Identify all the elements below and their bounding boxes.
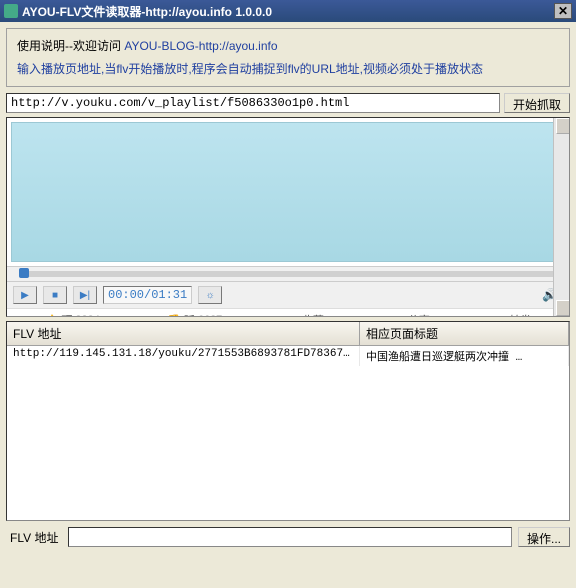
instructions-group: 使用说明--欢迎访问 AYOU-BLOG-http://ayou.info 输入…	[6, 28, 570, 87]
video-area[interactable]	[11, 122, 565, 262]
share-icon: 👥	[391, 314, 405, 318]
progress-slider[interactable]	[19, 271, 557, 277]
flv-url-input[interactable]	[68, 527, 512, 547]
thumbs-down[interactable]: 👎 踩 6627	[167, 312, 222, 317]
action-button[interactable]: 操作...	[518, 527, 570, 547]
favorite[interactable]: ❤ 收藏	[290, 312, 324, 317]
url-row: 开始抓取	[6, 93, 570, 113]
page-url-input[interactable]	[6, 93, 500, 113]
blog-link[interactable]: AYOU-BLOG-http://ayou.info	[124, 39, 277, 53]
thumbs-up[interactable]: 👍 顶 8334	[45, 312, 100, 317]
next-button[interactable]: ▶|	[73, 286, 97, 304]
instructions-legend: 使用说明--欢迎访问 AYOU-BLOG-http://ayou.info	[17, 39, 278, 53]
bottom-row: FLV 地址 操作...	[6, 527, 570, 547]
window-body: 使用说明--欢迎访问 AYOU-BLOG-http://ayou.info 输入…	[0, 22, 576, 553]
titlebar: AYOU-FLV文件读取器-http://ayou.info 1.0.0.0 ✕	[0, 0, 576, 22]
time-display: 00:00/01:31	[103, 286, 192, 304]
thumbs-up-icon: 👍	[45, 314, 59, 318]
browser-panel: ▶ ■ ▶| 00:00/01:31 ☼ 🔊 👍 顶 8334 👎 踩 6627…	[6, 117, 570, 317]
social-bar: 👍 顶 8334 👎 踩 6627 ❤ 收藏 👥 分享 ✉ 转发	[7, 308, 569, 317]
instructions-text: 输入播放页地址,当flv开始播放时,程序会自动捕捉到flv的URL地址,视频必须…	[17, 60, 559, 78]
result-list: FLV 地址 相应页面标题 http://119.145.131.18/youk…	[6, 321, 570, 521]
close-button[interactable]: ✕	[554, 3, 572, 19]
stop-button[interactable]: ■	[43, 286, 67, 304]
table-row[interactable]: http://119.145.131.18/youku/2771553B6893…	[7, 346, 569, 366]
col-header-title[interactable]: 相应页面标题	[360, 322, 569, 345]
cell-url: http://119.145.131.18/youku/2771553B6893…	[7, 346, 360, 366]
browser-scrollbar[interactable]	[553, 118, 569, 316]
play-button[interactable]: ▶	[13, 286, 37, 304]
col-header-url[interactable]: FLV 地址	[7, 322, 360, 345]
brightness-button[interactable]: ☼	[198, 286, 222, 304]
forward[interactable]: ✉ 转发	[497, 312, 531, 317]
player-buttons-row: ▶ ■ ▶| 00:00/01:31 ☼ 🔊	[7, 281, 569, 308]
list-header: FLV 地址 相应页面标题	[7, 322, 569, 346]
window-title: AYOU-FLV文件读取器-http://ayou.info 1.0.0.0	[22, 3, 554, 20]
app-icon	[4, 4, 18, 18]
share[interactable]: 👥 分享	[391, 312, 430, 317]
forward-icon: ✉	[497, 314, 506, 318]
thumbs-down-icon: 👎	[167, 314, 181, 318]
start-grab-button[interactable]: 开始抓取	[504, 93, 570, 113]
heart-icon: ❤	[290, 314, 299, 318]
flv-url-label: FLV 地址	[6, 529, 62, 546]
player-controls	[7, 266, 569, 281]
cell-title: 中国渔船遭日巡逻艇两次冲撞 …	[360, 346, 569, 366]
